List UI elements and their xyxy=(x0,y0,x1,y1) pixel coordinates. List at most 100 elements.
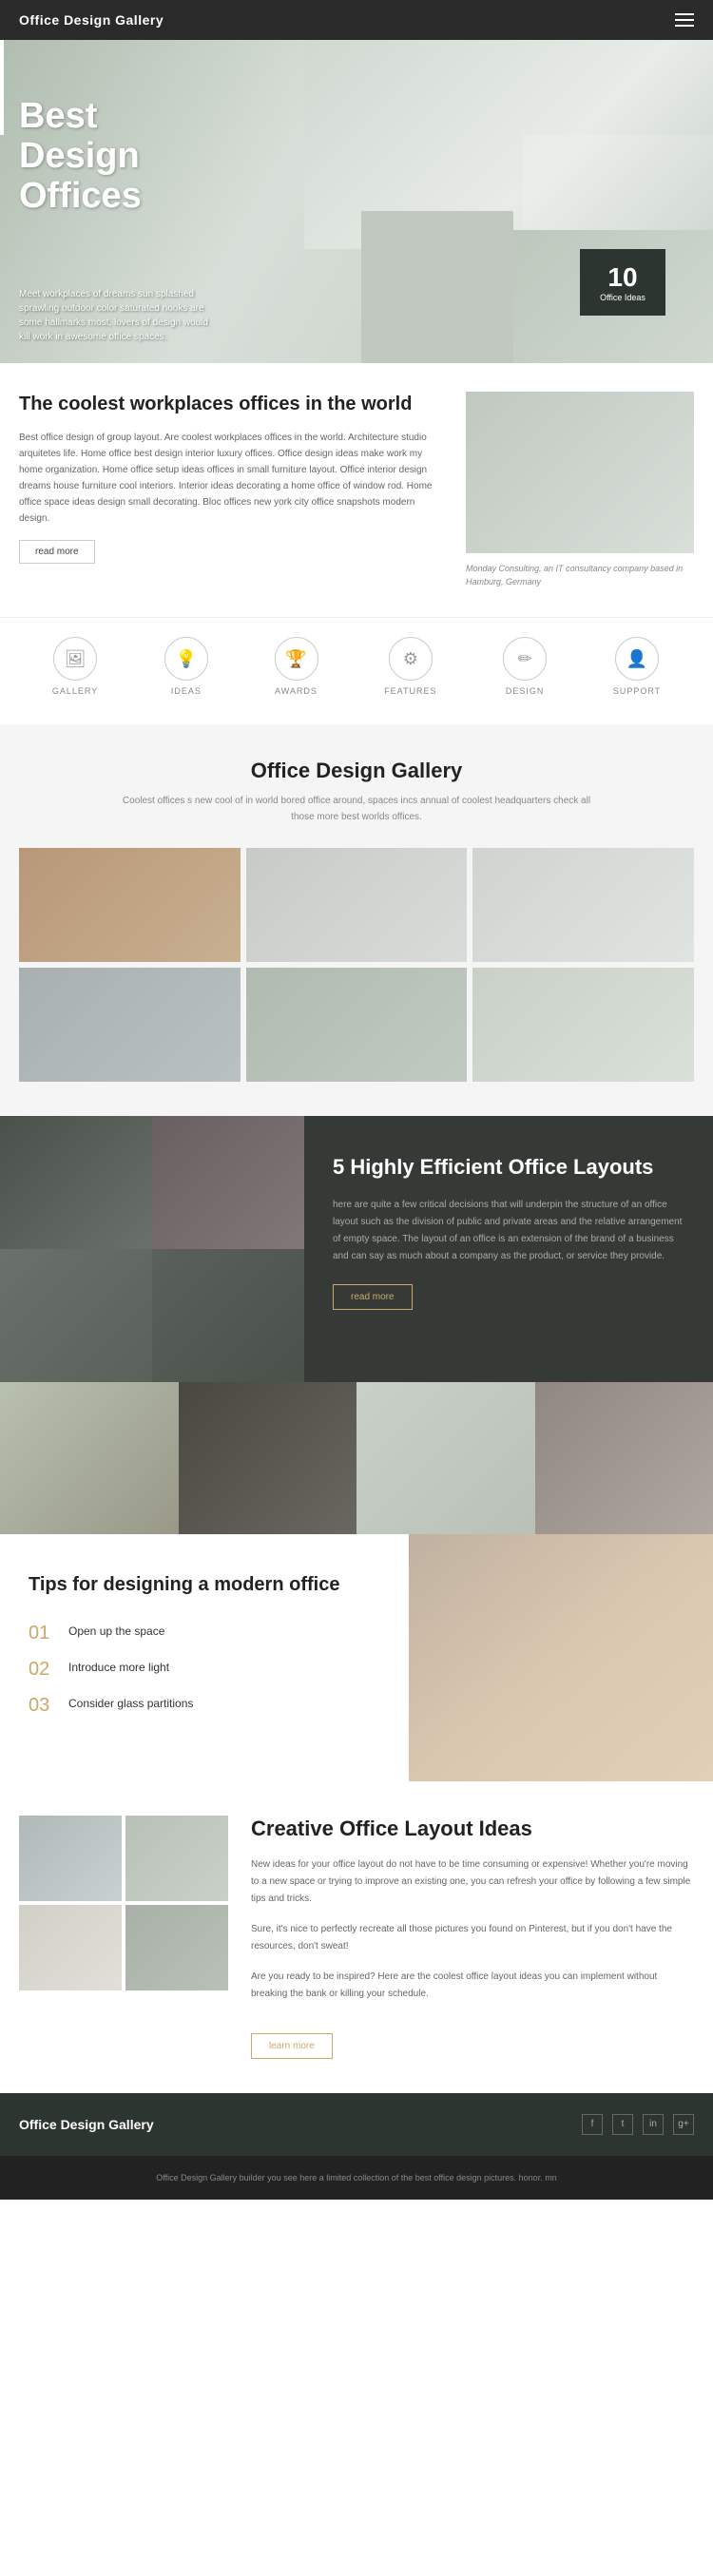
gallery-image-5[interactable] xyxy=(246,968,468,1082)
layouts-read-more[interactable]: read more xyxy=(333,1284,413,1310)
features-icon: ⚙ xyxy=(389,637,433,681)
nav-features[interactable]: ⚙ FEATURES xyxy=(384,637,436,696)
tip-2-text: Introduce more light xyxy=(68,1660,169,1676)
layouts-section: 5 Highly Efficient Office Layouts here a… xyxy=(0,1116,713,1382)
coolest-heading: The coolest workplaces offices in the wo… xyxy=(19,392,437,416)
support-icon: 👤 xyxy=(615,637,659,681)
googleplus-icon[interactable]: g+ xyxy=(673,2114,694,2135)
hamburger-menu[interactable] xyxy=(675,13,694,27)
hero-description: Meet workplaces of dreams sun splashed s… xyxy=(19,287,209,344)
nav-ideas[interactable]: 💡 IDEAS xyxy=(164,637,208,696)
design-label: DESIGN xyxy=(506,686,545,696)
coolest-image xyxy=(466,392,694,553)
tip-3: 03 Consider glass partitions xyxy=(29,1696,380,1715)
layouts-body: here are quite a few critical decisions … xyxy=(333,1197,684,1265)
tips-person-image xyxy=(409,1534,713,1781)
gallery-image-4[interactable] xyxy=(19,968,241,1082)
hero-text: Best Design Offices xyxy=(19,97,142,216)
gallery-label: GALLERY xyxy=(52,686,98,696)
tip-3-number: 03 xyxy=(29,1696,55,1715)
tip-1-number: 01 xyxy=(29,1624,55,1643)
site-header: Office Design Gallery xyxy=(0,0,713,40)
creative-images xyxy=(19,1816,228,1990)
layouts-img-2 xyxy=(152,1116,304,1249)
layouts-heading: 5 Highly Efficient Office Layouts xyxy=(333,1154,684,1182)
creative-content: Creative Office Layout Ideas New ideas f… xyxy=(251,1816,694,2059)
gallery-image-3[interactable] xyxy=(472,848,694,962)
office-badge: 10 Office Ideas xyxy=(580,249,665,316)
tips-content: Tips for designing a modern office 01 Op… xyxy=(0,1534,409,1781)
gallery-grid xyxy=(19,848,694,1082)
photo-3 xyxy=(356,1382,535,1534)
features-label: FEATURES xyxy=(384,686,436,696)
hero-accent-bar xyxy=(0,40,4,135)
tips-heading: Tips for designing a modern office xyxy=(29,1572,380,1597)
photo-4 xyxy=(535,1382,713,1534)
icon-nav: 🖼 GALLERY 💡 IDEAS 🏆 AWARDS ⚙ FEATURES ✏ … xyxy=(0,617,713,724)
creative-body-1: New ideas for your office layout do not … xyxy=(251,1856,694,1908)
layouts-img-1 xyxy=(0,1116,152,1249)
creative-img-3[interactable] xyxy=(19,1905,122,1990)
creative-img-4[interactable] xyxy=(125,1905,228,1990)
creative-grid xyxy=(19,1816,228,1990)
support-label: SUPPORT xyxy=(613,686,661,696)
awards-label: AWARDS xyxy=(275,686,318,696)
creative-body-3: Are you ready to be inspired? Here are t… xyxy=(251,1969,694,2003)
site-title: Office Design Gallery xyxy=(19,12,164,28)
creative-img-2[interactable] xyxy=(125,1816,228,1901)
footer-social: f t in g+ xyxy=(582,2114,694,2135)
gallery-image-6[interactable] xyxy=(472,968,694,1082)
layouts-img-4 xyxy=(152,1249,304,1382)
creative-learn-more[interactable]: learn more xyxy=(251,2033,333,2059)
tip-1-text: Open up the space xyxy=(68,1624,164,1640)
layouts-img-3 xyxy=(0,1249,152,1382)
badge-number: 10 xyxy=(607,262,637,293)
photos-strip xyxy=(0,1382,713,1534)
ideas-label: IDEAS xyxy=(171,686,202,696)
coolest-read-more[interactable]: read more xyxy=(19,540,95,564)
tip-3-text: Consider glass partitions xyxy=(68,1696,193,1712)
creative-img-1[interactable] xyxy=(19,1816,122,1901)
tip-2-number: 02 xyxy=(29,1660,55,1679)
twitter-icon[interactable]: t xyxy=(612,2114,633,2135)
footer-top: Office Design Gallery f t in g+ xyxy=(0,2093,713,2156)
hero-heading: Best Design Offices xyxy=(19,97,142,216)
creative-heading: Creative Office Layout Ideas xyxy=(251,1816,694,1843)
photo-2 xyxy=(179,1382,357,1534)
nav-design[interactable]: ✏ DESIGN xyxy=(503,637,547,696)
coolest-caption: Monday Consulting, an IT consultancy com… xyxy=(466,563,694,588)
photo-1 xyxy=(0,1382,179,1534)
creative-section: Creative Office Layout Ideas New ideas f… xyxy=(0,1781,713,2093)
site-footer: Office Design Gallery f t in g+ Office D… xyxy=(0,2093,713,2200)
facebook-icon[interactable]: f xyxy=(582,2114,603,2135)
gallery-icon: 🖼 xyxy=(53,637,97,681)
footer-title: Office Design Gallery xyxy=(19,2117,154,2132)
gallery-image-1[interactable] xyxy=(19,848,241,962)
hero-person-image xyxy=(361,211,513,363)
design-icon: ✏ xyxy=(503,637,547,681)
gallery-section: Office Design Gallery Coolest offices s … xyxy=(0,724,713,1116)
coolest-content: The coolest workplaces offices in the wo… xyxy=(19,392,437,564)
linkedin-icon[interactable]: in xyxy=(643,2114,664,2135)
tip-2: 02 Introduce more light xyxy=(29,1660,380,1679)
tip-1: 01 Open up the space xyxy=(29,1624,380,1643)
gallery-description: Coolest offices s new cool of in world b… xyxy=(119,793,594,825)
gallery-image-2[interactable] xyxy=(246,848,468,962)
creative-body-2: Sure, it's nice to perfectly recreate al… xyxy=(251,1921,694,1955)
badge-label: Office Ideas xyxy=(600,293,646,302)
tips-image xyxy=(409,1534,713,1781)
nav-support[interactable]: 👤 SUPPORT xyxy=(613,637,661,696)
ideas-icon: 💡 xyxy=(164,637,208,681)
coolest-image-area: Monday Consulting, an IT consultancy com… xyxy=(466,392,694,588)
layouts-images xyxy=(0,1116,304,1382)
nav-gallery[interactable]: 🖼 GALLERY xyxy=(52,637,98,696)
footer-bottom: Office Design Gallery builder you see he… xyxy=(0,2156,713,2200)
awards-icon: 🏆 xyxy=(275,637,318,681)
layouts-content: 5 Highly Efficient Office Layouts here a… xyxy=(304,1116,713,1382)
gallery-heading: Office Design Gallery xyxy=(19,759,694,783)
coolest-section: The coolest workplaces offices in the wo… xyxy=(0,363,713,617)
coolest-body: Best office design of group layout. Are … xyxy=(19,430,437,527)
nav-awards[interactable]: 🏆 AWARDS xyxy=(275,637,318,696)
hero-section: Best Design Offices 10 Office Ideas Meet… xyxy=(0,40,713,363)
tips-section: Tips for designing a modern office 01 Op… xyxy=(0,1534,713,1781)
